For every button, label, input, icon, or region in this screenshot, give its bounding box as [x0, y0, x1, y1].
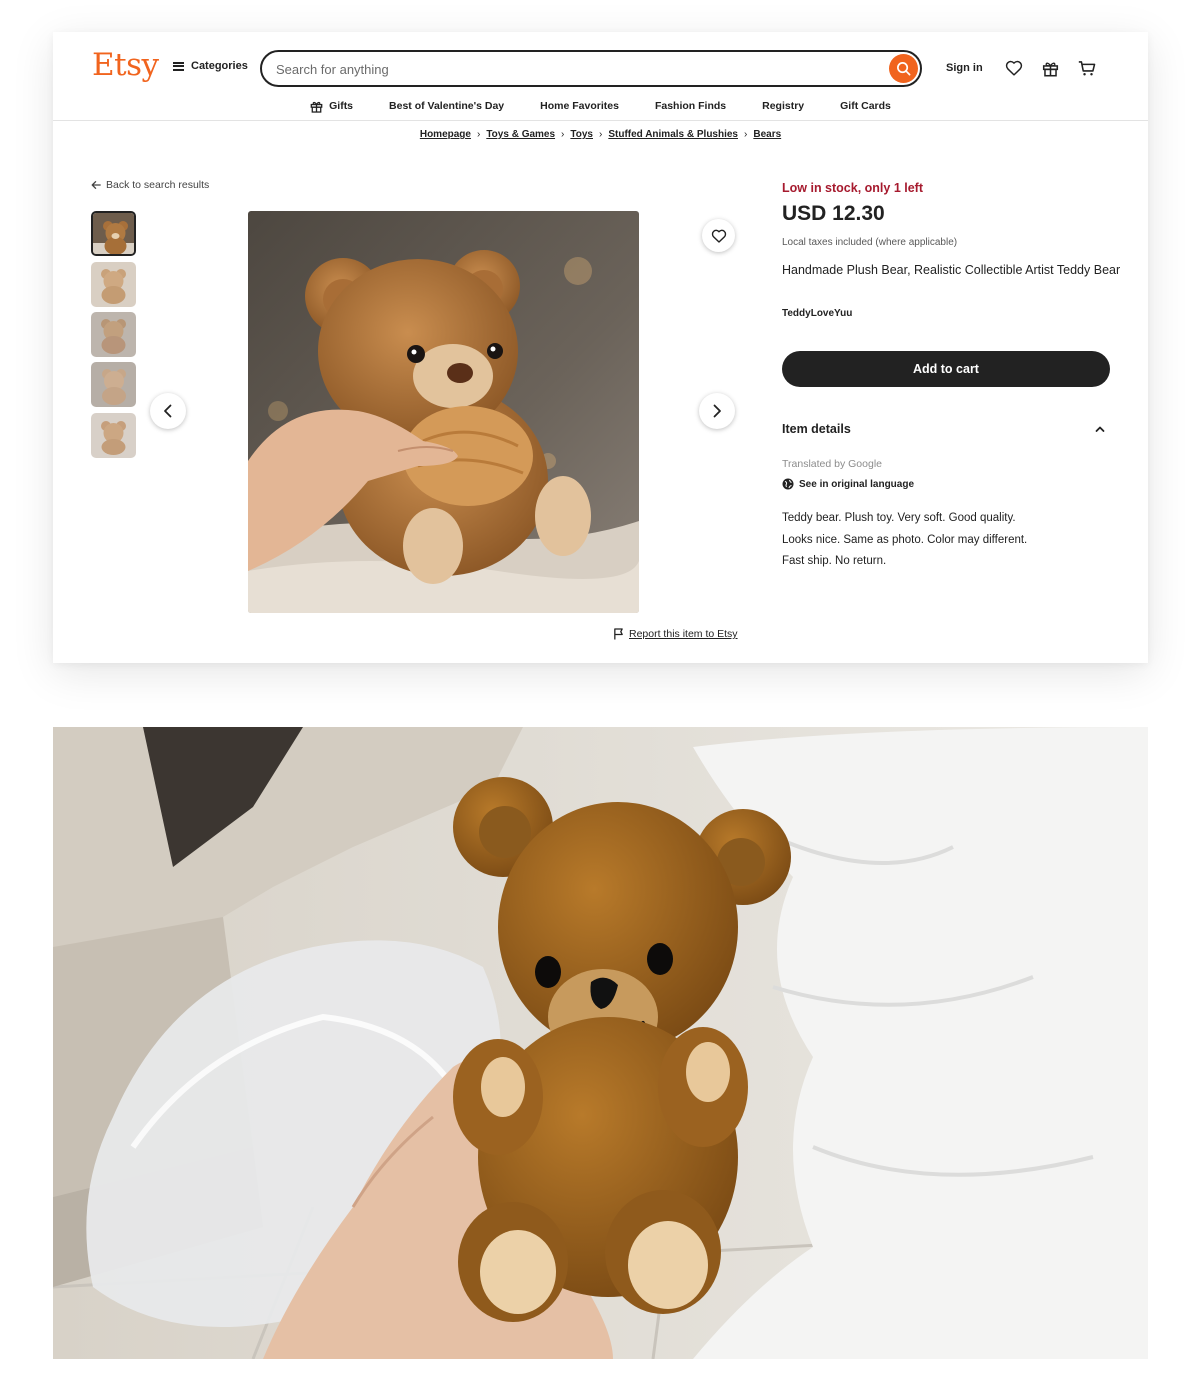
search-input[interactable]	[276, 58, 876, 80]
description-line: Teddy bear. Plush toy. Very soft. Good q…	[782, 512, 1016, 524]
gift-icon	[1042, 62, 1058, 76]
teddy-bear-thumbnail	[93, 213, 134, 254]
heart-icon	[711, 229, 726, 243]
teddy-bear-photo	[248, 211, 639, 613]
chevron-right-icon: ›	[744, 129, 748, 140]
description-line: Looks nice. Same as photo. Color may dif…	[782, 533, 1028, 546]
teddy-bear-thumbnail	[91, 362, 136, 407]
favorites-button[interactable]	[1004, 58, 1024, 78]
description-line: Fast ship. No return.	[782, 555, 887, 567]
product-title: Handmade Plush Bear, Realistic Collectib…	[782, 263, 1121, 277]
nav-item-gift-cards[interactable]: Gift Cards	[822, 96, 909, 116]
search-bar	[260, 50, 922, 87]
etsy-logo[interactable]: Etsy	[92, 47, 159, 83]
see-original-label: See in original language	[799, 478, 915, 490]
arrow-left-icon	[91, 181, 101, 189]
previous-image-button[interactable]	[150, 393, 186, 429]
thumbnail-4[interactable]	[91, 362, 136, 407]
chevron-right-icon: ›	[599, 129, 603, 140]
teddy-bear-thumbnail	[91, 312, 136, 357]
report-item-link[interactable]: Report this item to Etsy	[613, 628, 738, 640]
chevron-left-icon	[164, 404, 172, 418]
chevron-right-icon: ›	[476, 129, 481, 140]
etsy-listing-screenshot: Etsy Categories Sign in	[53, 32, 1148, 663]
nav-label: Gifts	[329, 100, 354, 112]
gift-button[interactable]	[1040, 58, 1060, 78]
flag-icon	[614, 628, 623, 640]
see-original-language-button[interactable]: See in original language	[782, 478, 914, 490]
breadcrumb-link[interactable]: Stuffed Animals & Plushies	[608, 129, 738, 140]
menu-icon	[173, 61, 184, 71]
thumbnail-1[interactable]	[91, 211, 136, 256]
back-label: Back to search results	[106, 179, 210, 191]
translated-by-google: Translated by Google	[782, 458, 883, 470]
cart-button[interactable]	[1077, 58, 1097, 78]
chevron-right-icon	[713, 404, 721, 418]
thumbnail-2[interactable]	[91, 262, 136, 307]
item-description: Teddy bear. Plush toy. Very soft. Good q…	[782, 508, 1027, 573]
site-header: Etsy Categories Sign in	[53, 32, 1148, 121]
search-icon	[897, 62, 911, 76]
category-nav: Gifts Best of Valentine's Day Home Favor…	[53, 96, 1148, 116]
teddy-bear-thumbnail	[91, 413, 136, 458]
teddy-bear-thumbnail	[91, 262, 136, 307]
nav-item-registry[interactable]: Registry	[744, 96, 822, 116]
search-button[interactable]	[889, 54, 918, 83]
categories-label: Categories	[191, 60, 248, 72]
stock-status: Low in stock, only 1 left	[782, 181, 923, 195]
product-price: USD 12.30	[782, 202, 885, 225]
item-details-toggle[interactable]: Item details	[782, 422, 1110, 436]
teddy-bear-in-hand-photo	[53, 727, 1148, 1359]
nav-item-fashion-finds[interactable]: Fashion Finds	[637, 96, 744, 116]
nav-item-valentines[interactable]: Best of Valentine's Day	[371, 96, 522, 116]
nav-item-gifts[interactable]: Gifts	[292, 96, 371, 116]
breadcrumb-link[interactable]: Toys	[570, 129, 593, 140]
next-image-button[interactable]	[699, 393, 735, 429]
heart-icon	[1005, 60, 1023, 76]
nav-item-home-favorites[interactable]: Home Favorites	[522, 96, 637, 116]
received-teddy-bear-photo	[53, 727, 1148, 1359]
globe-icon	[782, 478, 794, 490]
breadcrumb-link[interactable]: Bears	[753, 129, 781, 140]
chevron-up-icon[interactable]	[1095, 425, 1105, 433]
favorite-item-button[interactable]	[702, 219, 735, 252]
thumbnail-5[interactable]	[91, 413, 136, 458]
breadcrumb-link[interactable]: Toys & Games	[486, 129, 555, 140]
breadcrumb: Homepage › Toys & Games › Toys › Stuffed…	[53, 129, 1148, 140]
add-to-cart-button[interactable]: Add to cart	[782, 351, 1110, 387]
categories-button[interactable]: Categories	[173, 60, 248, 72]
thumbnail-3[interactable]	[91, 312, 136, 357]
tax-note: Local taxes included (where applicable)	[782, 237, 958, 248]
sign-in-link[interactable]: Sign in	[946, 62, 983, 74]
breadcrumb-link[interactable]: Homepage	[420, 129, 471, 140]
product-main-image	[248, 211, 639, 613]
chevron-right-icon: ›	[561, 129, 565, 140]
cart-icon	[1078, 60, 1096, 75]
back-to-results-link[interactable]: Back to search results	[91, 179, 209, 191]
gift-icon	[310, 101, 323, 113]
shop-name-link[interactable]: TeddyLoveYuu	[782, 308, 852, 319]
report-label: Report this item to Etsy	[629, 628, 738, 640]
